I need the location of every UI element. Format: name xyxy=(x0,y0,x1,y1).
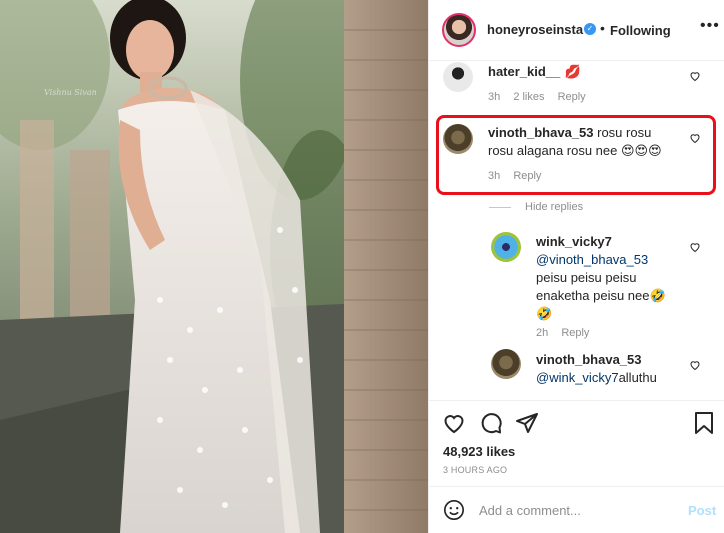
post-header: honeyroseinsta ✓ • Following ••• xyxy=(429,0,724,61)
comment-time: 3h xyxy=(488,91,501,103)
likes-count[interactable]: 48,923 likes xyxy=(443,444,515,459)
comments-list[interactable]: hater_kid__ 💋 3h 2 likes Reply vinoth_bh… xyxy=(429,62,724,400)
post-actions: 48,923 likes 3 HOURS AGO xyxy=(429,400,724,486)
photo-watermark: Vishnu Sivan xyxy=(44,88,97,97)
reply-button[interactable]: Reply xyxy=(558,91,586,103)
bookmark-icon[interactable] xyxy=(693,411,715,435)
comment-meta: 3h Reply xyxy=(488,170,551,182)
post-timestamp: 3 HOURS AGO xyxy=(443,465,508,475)
reply-text-line3: 🤣 xyxy=(536,306,553,321)
comment-time: 3h xyxy=(488,170,501,182)
reply-text-line2: enaketha peisu nee🤣 xyxy=(536,288,666,303)
reply-body: vinoth_bhava_53 @wink_vicky7alluthu xyxy=(536,352,696,387)
reply-button[interactable]: Reply xyxy=(561,327,589,339)
reply-text-line1: peisu peisu peisu xyxy=(536,270,637,285)
separator-dot: • xyxy=(600,20,605,36)
reply-text: alluthu xyxy=(618,370,657,385)
reply-avatar[interactable] xyxy=(491,349,521,379)
reply-time: 2h xyxy=(536,327,549,339)
author-username[interactable]: honeyroseinsta xyxy=(487,22,583,37)
reply-username[interactable]: wink_vicky7 xyxy=(536,234,696,249)
comment-avatar[interactable] xyxy=(443,124,473,154)
add-comment-bar: Add a comment... Post xyxy=(429,486,724,533)
reply-avatar[interactable] xyxy=(491,232,521,262)
reply-button[interactable]: Reply xyxy=(513,170,541,182)
reply-meta: 2h Reply xyxy=(536,327,599,339)
comment-username[interactable]: hater_kid__ xyxy=(488,64,560,79)
heart-icon[interactable] xyxy=(442,411,466,435)
comment-body: vinoth_bhava_53 rosu rosu rosu alagana r… xyxy=(488,124,703,160)
reply-username[interactable]: vinoth_bhava_53 xyxy=(536,352,696,367)
comment-text: 💋 xyxy=(564,64,581,79)
post-photo[interactable]: Vishnu Sivan xyxy=(0,0,428,533)
comment-body: hater_kid__ 💋 xyxy=(488,63,581,81)
comment-text-line2: rosu alagana rosu nee 😍😍😍 xyxy=(488,143,662,158)
reply-mention[interactable]: @wink_vicky7 xyxy=(536,370,619,385)
emoji-icon[interactable] xyxy=(443,499,465,521)
replies-divider-line xyxy=(489,206,511,208)
hide-replies-label: Hide replies xyxy=(525,201,584,213)
reply-heart-icon[interactable] xyxy=(689,241,701,253)
post-comment-button[interactable]: Post xyxy=(688,503,716,518)
comment-icon[interactable] xyxy=(479,411,503,435)
comment-username[interactable]: vinoth_bhava_53 xyxy=(488,125,594,140)
author-avatar[interactable] xyxy=(442,13,476,47)
reply-body: wink_vicky7 @vinoth_bhava_53 peisu peisu… xyxy=(536,234,696,323)
comment-input[interactable]: Add a comment... xyxy=(479,503,581,518)
comment-meta: 3h 2 likes Reply xyxy=(488,91,596,103)
comment-text-line1: rosu rosu xyxy=(597,125,652,140)
hide-replies-button[interactable]: Hide replies xyxy=(489,201,583,213)
comment-heart-icon[interactable] xyxy=(689,132,701,144)
share-icon[interactable] xyxy=(515,411,539,435)
verified-check-icon: ✓ xyxy=(584,23,596,35)
photo-illustration xyxy=(0,0,428,533)
reply-heart-icon[interactable] xyxy=(689,359,701,371)
comment-heart-icon[interactable] xyxy=(689,70,701,82)
comment-likes[interactable]: 2 likes xyxy=(513,91,544,103)
post-side-panel: honeyroseinsta ✓ • Following ••• hater_k… xyxy=(428,0,724,533)
more-options-icon[interactable]: ••• xyxy=(700,17,720,35)
following-button[interactable]: Following xyxy=(610,23,671,38)
reply-mention[interactable]: @vinoth_bhava_53 xyxy=(536,251,696,269)
comment-avatar[interactable] xyxy=(443,62,473,92)
